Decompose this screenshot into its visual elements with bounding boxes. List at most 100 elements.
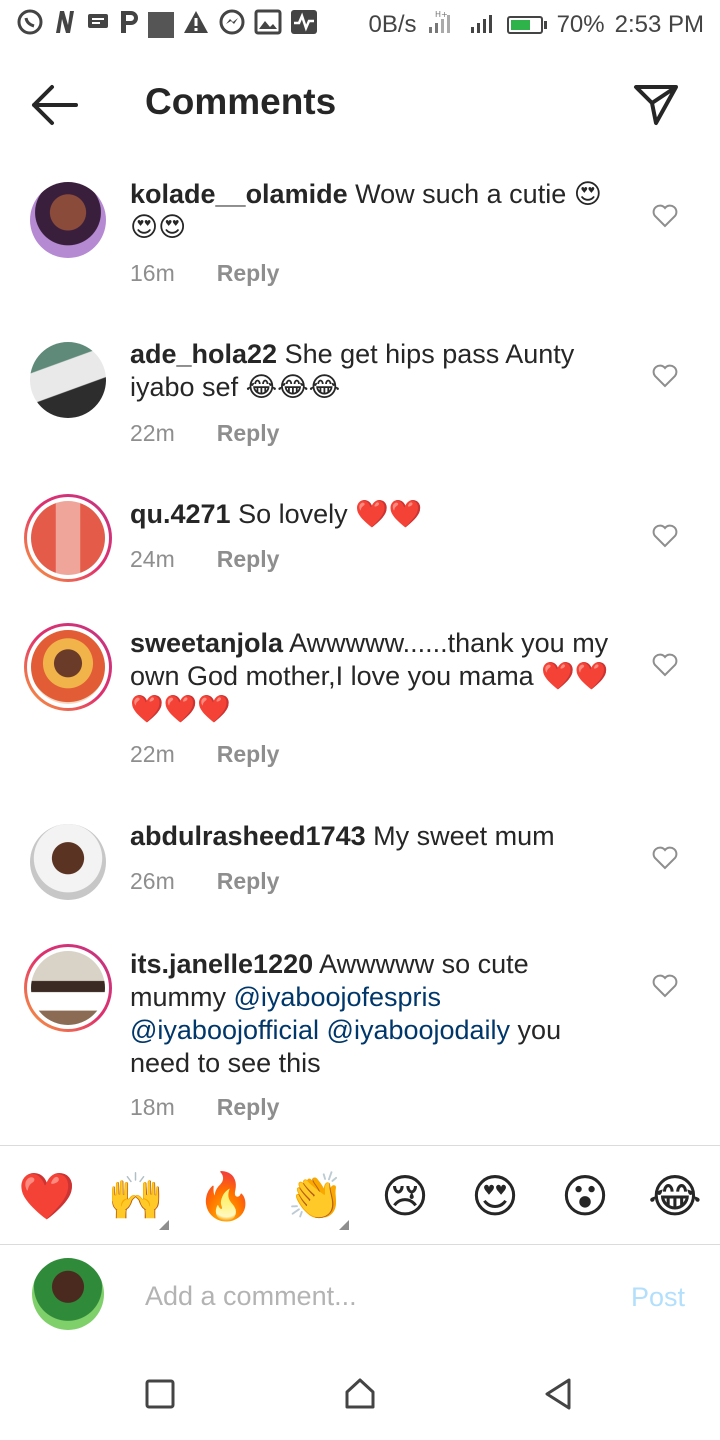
comment-username[interactable]: ade_hola22 — [130, 339, 277, 369]
current-user-avatar — [32, 1258, 104, 1330]
activity-icon — [290, 9, 318, 42]
comment-meta: 22m Reply — [130, 420, 279, 447]
n-icon — [52, 9, 78, 42]
heart-outline-icon — [652, 974, 678, 998]
reaction-crying-button[interactable]: 😢 — [377, 1168, 433, 1224]
signal-icon-2 — [469, 9, 497, 42]
gallery-icon — [254, 9, 282, 42]
reply-button[interactable]: Reply — [217, 1094, 280, 1121]
heart-outline-icon — [652, 524, 678, 548]
comment-time: 18m — [130, 1094, 175, 1120]
square-icon — [148, 12, 174, 38]
reply-button[interactable]: Reply — [217, 260, 280, 287]
comment-text: sweetanjola Awwwww......thank you my own… — [130, 628, 609, 724]
comment-time: 26m — [130, 868, 175, 894]
heart-outline-icon — [652, 846, 678, 870]
comment-text: abdulrasheed1743 My sweet mum — [130, 821, 555, 851]
reaction-raised-hands-button[interactable]: 🙌 — [107, 1168, 169, 1230]
comment-text: kolade__olamide Wow such a cutie 😍😍😍 — [130, 179, 602, 242]
square-nav-icon — [145, 1379, 175, 1409]
alert-icon — [182, 9, 210, 42]
comment-username[interactable]: kolade__olamide — [130, 179, 348, 209]
avatar-story-ring[interactable] — [24, 494, 112, 582]
mention-link[interactable]: @iyaboojodaily — [327, 1015, 511, 1045]
comment-text: ade_hola22 She get hips pass Aunty iyabo… — [130, 339, 575, 402]
post-button[interactable]: Post — [631, 1282, 685, 1313]
status-bar: 0B/s H+ 70% 2:53 PM — [0, 0, 720, 50]
like-button[interactable] — [652, 364, 678, 388]
avatar[interactable] — [30, 182, 106, 258]
heart-outline-icon — [652, 204, 678, 228]
comment-username[interactable]: qu.4271 — [130, 499, 231, 529]
system-status: 0B/s H+ 70% 2:53 PM — [369, 9, 704, 42]
reaction-clap-button[interactable]: 👏 — [287, 1168, 349, 1230]
reply-button[interactable]: Reply — [217, 420, 280, 447]
like-button[interactable] — [652, 524, 678, 548]
reaction-surprised-button[interactable]: 😮 — [557, 1168, 613, 1224]
messenger-icon — [218, 8, 246, 43]
quick-reactions-bar: ❤️ 🙌 🔥 👏 😢 😍 😮 😂 — [0, 1145, 720, 1245]
comment-meta: 18m Reply — [130, 1094, 279, 1121]
comment-time: 22m — [130, 420, 175, 446]
avatar-story-ring[interactable] — [24, 944, 112, 1032]
notification-icons — [16, 8, 318, 43]
reply-button[interactable]: Reply — [217, 868, 280, 895]
comment-time: 24m — [130, 546, 175, 572]
more-indicator-icon — [339, 1220, 349, 1230]
reaction-heart-eyes-button[interactable]: 😍 — [467, 1168, 523, 1224]
comment-text: qu.4271 So lovely ❤️❤️ — [130, 499, 423, 529]
comment-meta: 16m Reply — [130, 260, 279, 287]
share-button[interactable] — [632, 81, 680, 129]
avatar-story-ring[interactable] — [24, 623, 112, 711]
comment-meta: 22m Reply — [130, 741, 279, 768]
emoji: 😂😂😂 — [245, 372, 341, 402]
comment-meta: 26m Reply — [130, 868, 279, 895]
like-button[interactable] — [652, 204, 678, 228]
message-icon — [86, 10, 110, 41]
comment-text: its.janelle1220 Awwwww so cute mummy @iy… — [130, 949, 562, 1078]
reaction-fire-button[interactable]: 🔥 — [197, 1168, 254, 1224]
back-nav-button[interactable] — [541, 1376, 577, 1412]
comment-composer: Post — [0, 1246, 720, 1346]
system-nav-bar — [0, 1346, 720, 1440]
reply-button[interactable]: Reply — [217, 741, 280, 768]
comment-time: 16m — [130, 260, 175, 286]
page-title: Comments — [145, 81, 337, 122]
clock: 2:53 PM — [614, 11, 704, 38]
p-icon — [118, 9, 140, 42]
whatsapp-icon — [16, 8, 44, 43]
mention-link[interactable]: @iyaboojofficial — [130, 1015, 319, 1045]
battery-percent: 70% — [556, 11, 605, 38]
net-speed: 0B/s — [368, 11, 417, 38]
like-button[interactable] — [652, 974, 678, 998]
comment-meta: 24m Reply — [130, 546, 279, 573]
back-arrow-icon — [32, 85, 78, 125]
battery-icon — [506, 16, 547, 34]
comment-username[interactable]: its.janelle1220 — [130, 949, 313, 979]
more-indicator-icon — [159, 1220, 169, 1230]
svg-text:H+: H+ — [435, 10, 448, 19]
avatar[interactable] — [30, 342, 106, 418]
home-button[interactable] — [342, 1376, 378, 1412]
heart-outline-icon — [652, 364, 678, 388]
emoji: ❤️❤️ — [355, 499, 423, 529]
reply-button[interactable]: Reply — [217, 546, 280, 573]
mention-link[interactable]: @iyaboojofespris — [234, 982, 442, 1012]
comments-header: Comments — [0, 55, 720, 155]
home-nav-icon — [345, 1378, 375, 1409]
comment-username[interactable]: sweetanjola — [130, 628, 283, 658]
back-button[interactable] — [30, 83, 80, 127]
signal-icon: H+ — [427, 9, 459, 42]
like-button[interactable] — [652, 653, 678, 677]
recents-button[interactable] — [142, 1376, 178, 1412]
reaction-heart-button[interactable]: ❤️ — [18, 1168, 75, 1224]
triangle-back-icon — [545, 1378, 571, 1410]
like-button[interactable] — [652, 846, 678, 870]
comment-input[interactable] — [145, 1274, 605, 1318]
comment-time: 22m — [130, 741, 175, 767]
heart-outline-icon — [652, 653, 678, 677]
comment-username[interactable]: abdulrasheed1743 — [130, 821, 366, 851]
reaction-laughing-button[interactable]: 😂 — [647, 1168, 703, 1224]
avatar[interactable] — [30, 824, 106, 900]
send-icon — [634, 85, 678, 125]
